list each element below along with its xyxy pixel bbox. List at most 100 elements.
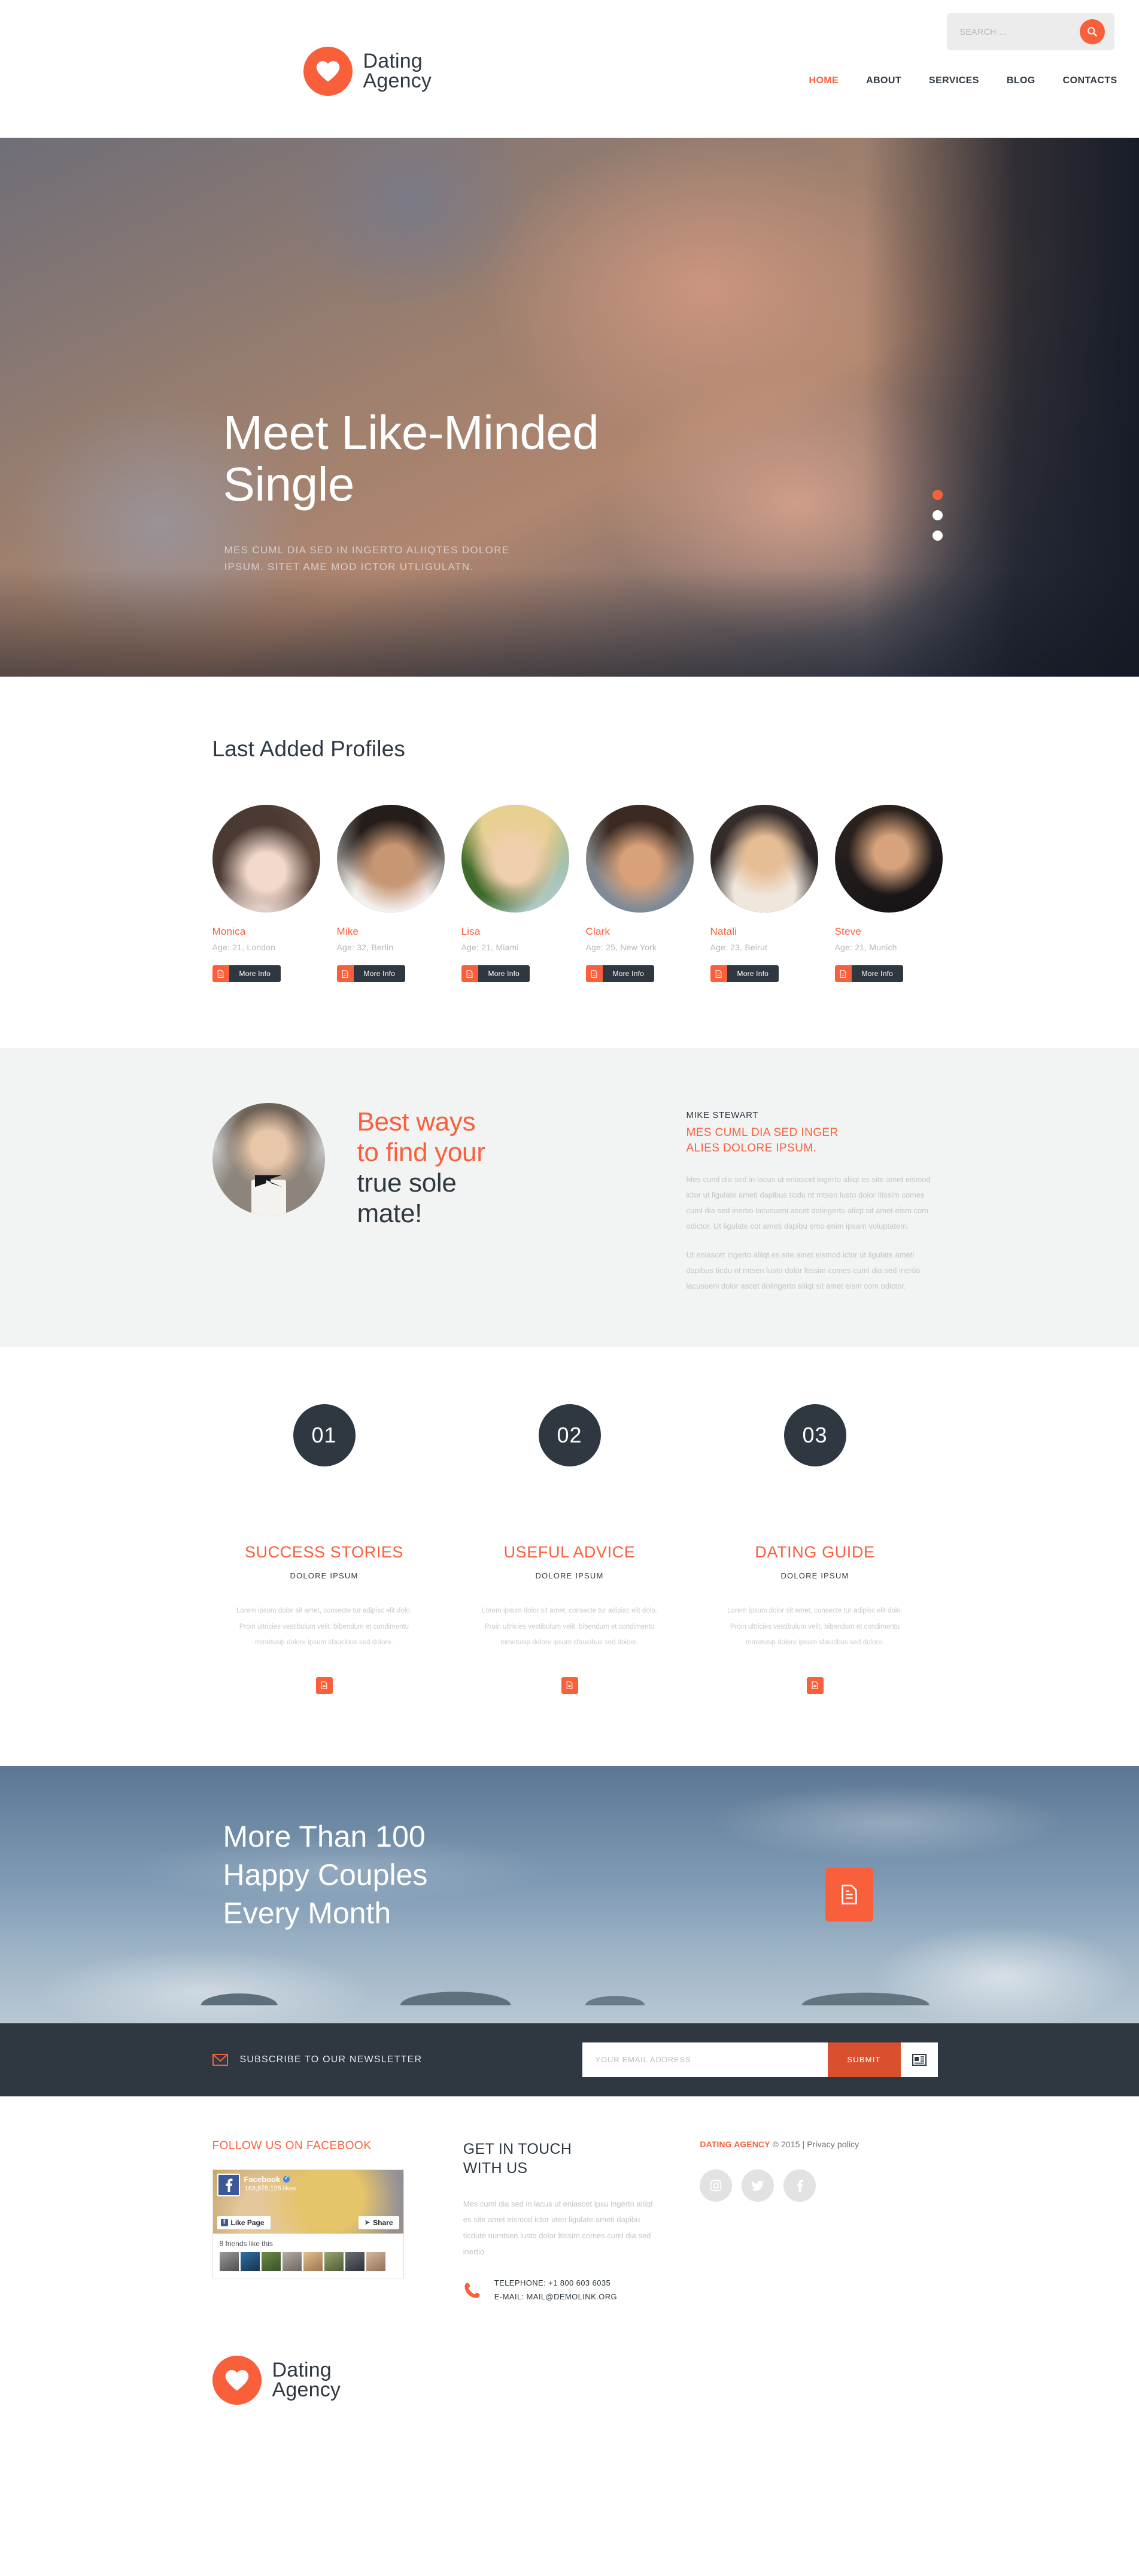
- profile-name[interactable]: Lisa: [461, 926, 569, 938]
- footer-logo-line-2: Agency: [272, 2378, 341, 2401]
- friend-avatar[interactable]: [240, 2251, 260, 2271]
- facebook-f-icon: f: [220, 2219, 228, 2226]
- more-info-button[interactable]: More Info: [585, 965, 654, 982]
- profile-card[interactable]: Mike Age: 32, Berlin More Info: [336, 805, 445, 982]
- social-link-facebook[interactable]: [783, 2169, 816, 2202]
- profile-name[interactable]: Monica: [212, 926, 320, 938]
- feature-card: 02 USEFUL ADVICE DOLORE IPSUM Lorem ipsu…: [447, 1404, 692, 1694]
- more-info-button[interactable]: More Info: [710, 965, 779, 982]
- newspaper-icon: [912, 2053, 927, 2066]
- friend-avatar[interactable]: [324, 2251, 344, 2271]
- document-icon-wrap: [585, 965, 603, 982]
- facebook-cover-photo: Facebook 163,975,126 likes f Like Page ➤…: [212, 2169, 403, 2233]
- social-link-instagram[interactable]: [700, 2169, 733, 2202]
- profile-card[interactable]: Lisa Age: 21, Miami More Info: [461, 805, 569, 982]
- social-link-twitter[interactable]: [742, 2169, 774, 2202]
- feature-link-button[interactable]: [315, 1677, 333, 1694]
- envelope-icon: [212, 2053, 228, 2066]
- hero-slide-dot-3[interactable]: [933, 531, 943, 541]
- heart-icon: [225, 2369, 248, 2391]
- document-icon-wrap: [710, 965, 727, 982]
- feature-number: 02: [538, 1404, 601, 1467]
- facebook-like-page-button[interactable]: f Like Page: [217, 2216, 271, 2229]
- feature-text: Lorem ipsum dolor sit amet, consecte tur…: [727, 1607, 903, 1647]
- friend-avatar[interactable]: [303, 2251, 323, 2271]
- avatar: [834, 805, 943, 913]
- profile-name[interactable]: Mike: [337, 926, 445, 938]
- more-info-button[interactable]: More Info: [336, 965, 405, 982]
- newsletter-extra-button[interactable]: [900, 2042, 938, 2077]
- contact-body-text: Mes cuml dia sed in lacus ut eniascet ip…: [463, 2199, 653, 2256]
- hero-title-line-2: Single: [223, 457, 355, 511]
- contact-email[interactable]: E-MAIL: MAIL@DEMOLINK.ORG: [494, 2290, 617, 2304]
- friend-avatar[interactable]: [366, 2251, 385, 2271]
- friend-avatar[interactable]: [219, 2251, 239, 2271]
- document-icon: [841, 1884, 857, 1905]
- profile-meta: Age: 25, New York: [585, 942, 657, 952]
- facebook-share-button[interactable]: ➤ Share: [358, 2216, 399, 2229]
- profile-meta: Age: 21, Munich: [834, 942, 897, 952]
- hero-slide-dot-2[interactable]: [933, 510, 943, 520]
- newsletter-submit-button[interactable]: SUBMIT: [827, 2042, 901, 2077]
- feature-card: 03 DATING GUIDE DOLORE IPSUM Lorem ipsum…: [692, 1404, 938, 1694]
- testimonial-lead-line-2: ALIES DOLORE IPSUM.: [686, 1142, 817, 1155]
- feature-card: 01 SUCCESS STORIES DOLORE IPSUM Lorem ip…: [202, 1404, 447, 1694]
- hero-slider-pagination: [933, 490, 943, 551]
- facebook-page-name: Facebook: [244, 2174, 281, 2184]
- profile-card[interactable]: Natali Age: 23, Beirut More Info: [710, 805, 818, 982]
- profile-name[interactable]: Natali: [710, 926, 818, 938]
- site-logo[interactable]: Dating Agency: [303, 47, 432, 96]
- logo-text: Dating Agency: [363, 51, 432, 91]
- more-info-button[interactable]: More Info: [834, 965, 903, 982]
- profile-name[interactable]: Clark: [586, 926, 694, 938]
- contact-details: TELEPHONE: +1 800 603 6035 E-MAIL: MAIL@…: [463, 2277, 660, 2304]
- friend-avatar[interactable]: [282, 2251, 302, 2271]
- nav-item-home[interactable]: HOME: [809, 75, 839, 86]
- heart-logo-mark: [212, 2355, 262, 2405]
- hero-subtitle: MES CUML DIA SED IN INGERTO ALIIQTES DOL…: [224, 542, 510, 575]
- testimonial-avatar: [212, 1103, 325, 1216]
- couples-title-line-1: More Than 100: [223, 1819, 426, 1853]
- contact-title-line-1: GET IN TOUCH: [463, 2140, 572, 2157]
- contact-column-title: GET IN TOUCH WITH US: [463, 2139, 660, 2178]
- profile-meta: Age: 23, Beirut: [710, 942, 768, 952]
- newsletter-label: SUBSCRIBE TO OUR NEWSLETTER: [239, 2054, 423, 2065]
- friend-avatar[interactable]: [261, 2251, 281, 2271]
- facebook-page-widget[interactable]: Facebook 163,975,126 likes f Like Page ➤…: [212, 2169, 404, 2278]
- feature-title[interactable]: DATING GUIDE: [692, 1543, 938, 1562]
- profile-card[interactable]: Steve Age: 21, Munich More Info: [834, 805, 943, 982]
- feature-link-button[interactable]: [561, 1677, 578, 1694]
- document-icon-wrap: [834, 965, 852, 982]
- more-info-label: More Info: [478, 965, 530, 982]
- contact-telephone[interactable]: TELEPHONE: +1 800 603 6035: [494, 2277, 617, 2290]
- nav-item-about[interactable]: ABOUT: [866, 75, 901, 86]
- search-input[interactable]: [946, 13, 1067, 50]
- profile-card[interactable]: Monica Age: 21, London More Info: [212, 805, 320, 982]
- avatar: [212, 805, 320, 913]
- newsletter-email-input[interactable]: [582, 2042, 828, 2077]
- profile-card[interactable]: Clark Age: 25, New York More Info: [585, 805, 694, 982]
- testimonial-paragraph-1: Mes cuml dia sed in lacus ut eniascet in…: [686, 1175, 931, 1231]
- newsletter-form: SUBMIT: [582, 2042, 938, 2077]
- more-info-label: More Info: [353, 965, 405, 982]
- feature-title[interactable]: SUCCESS STORIES: [202, 1543, 447, 1562]
- footer-logo[interactable]: Dating Agency: [202, 2355, 938, 2444]
- heart-logo-mark: [303, 47, 353, 96]
- more-info-button[interactable]: More Info: [212, 965, 281, 982]
- search-box[interactable]: [946, 13, 1114, 50]
- more-info-button[interactable]: More Info: [461, 965, 530, 982]
- friend-avatar[interactable]: [345, 2251, 365, 2271]
- phone-icon: [464, 2283, 480, 2298]
- document-icon: [812, 1681, 818, 1690]
- feature-title[interactable]: USEFUL ADVICE: [447, 1543, 692, 1562]
- nav-item-blog[interactable]: BLOG: [1007, 75, 1035, 86]
- nav-item-contacts[interactable]: CONTACTS: [1063, 75, 1117, 86]
- search-button[interactable]: [1079, 19, 1105, 44]
- hero-slide-dot-1[interactable]: [933, 490, 943, 500]
- document-icon: [840, 969, 846, 978]
- profile-name[interactable]: Steve: [835, 926, 943, 938]
- more-info-label: More Info: [851, 965, 903, 982]
- couples-read-more-button[interactable]: [825, 1867, 873, 1922]
- feature-link-button[interactable]: [806, 1677, 824, 1694]
- nav-item-services[interactable]: SERVICES: [929, 75, 979, 86]
